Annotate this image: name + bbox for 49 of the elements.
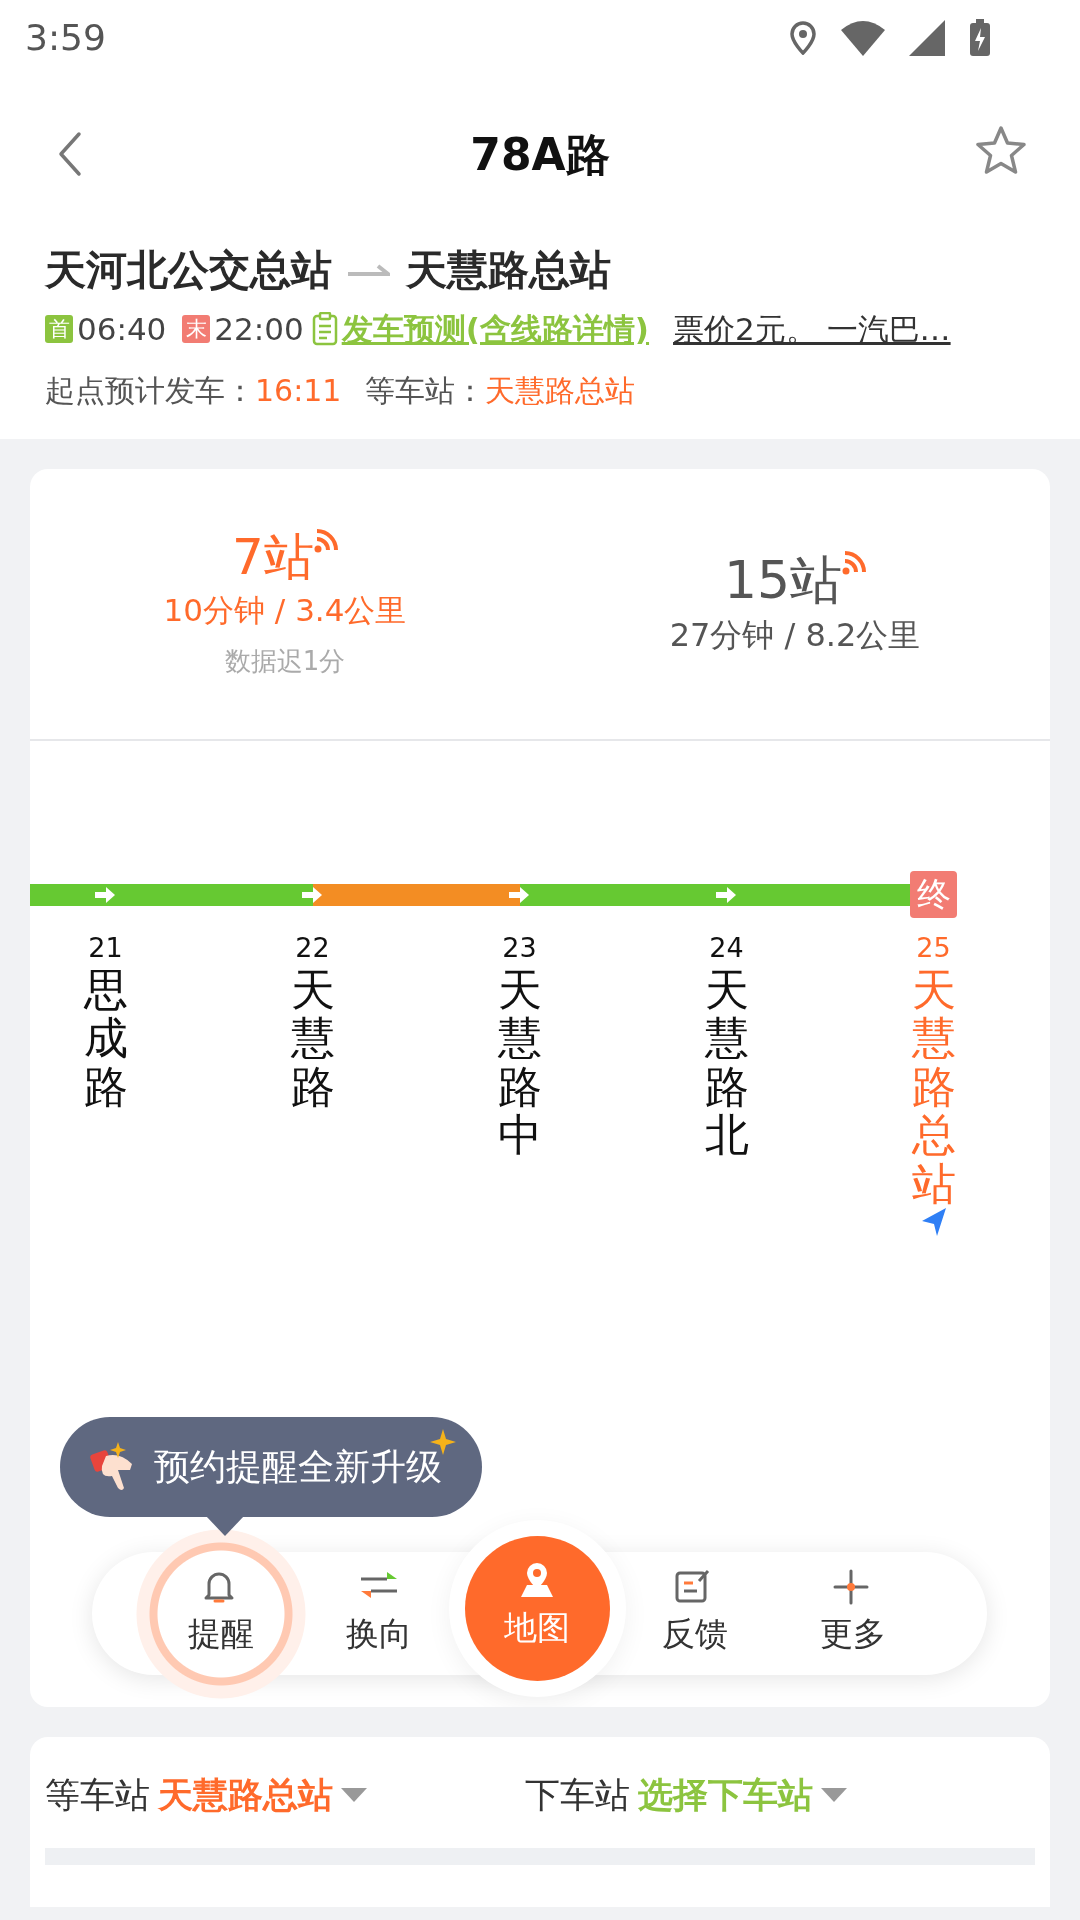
waiting-stop-label: 等车站： <box>365 371 486 410</box>
waiting-stop: 天慧路总站 <box>485 371 636 410</box>
stop-number: 25 <box>916 931 951 965</box>
bus-stations-count: 7站 <box>232 527 314 588</box>
stop-picker[interactable]: 等车站 天慧路总站 <box>45 1769 525 1822</box>
stop-number: 21 <box>88 931 123 965</box>
caret-icon <box>341 1788 367 1803</box>
last-bus-badge: 末 <box>182 315 211 343</box>
clipboard-icon <box>311 312 338 346</box>
feedback-button[interactable]: 反馈 <box>616 1552 774 1675</box>
location-arrow-icon <box>921 1207 946 1236</box>
depart-label: 起点预计发车： <box>45 371 255 410</box>
bus-eta: 27分钟 / 8.2公里 <box>669 615 921 657</box>
stop-name[interactable]: 天慧路北 <box>704 966 749 1160</box>
bell-button[interactable]: 提醒 <box>136 1528 306 1699</box>
battery-icon <box>969 17 991 58</box>
fare-link[interactable]: 票价2元。 一汽巴… <box>673 305 951 353</box>
direction-arrow-icon <box>509 887 529 903</box>
stop-name[interactable]: 天慧路中 <box>497 966 542 1160</box>
bus-stations-count: 15站 <box>723 548 843 612</box>
tooltip-text: 预约提醒全新升级 <box>154 1445 442 1489</box>
favorite-star-icon[interactable] <box>974 125 1028 177</box>
caret-icon <box>821 1788 847 1803</box>
route-origin: 天河北公交总站 <box>45 245 332 295</box>
stop-name[interactable]: 思成路 <box>83 966 128 1112</box>
wifi-icon <box>841 19 885 56</box>
page-title: 78A路 <box>470 128 610 182</box>
direction-arrow-icon <box>302 887 322 903</box>
last-bus-time: 22:00 <box>214 309 304 349</box>
route-terminus: 天慧路总站 <box>406 245 611 295</box>
first-bus-time: 06:40 <box>77 309 167 349</box>
location-icon <box>789 20 817 55</box>
stop-number: 23 <box>502 931 537 965</box>
stop-number: 22 <box>295 931 330 965</box>
stop-number: 24 <box>709 931 744 965</box>
depart-time: 16:11 <box>255 371 342 410</box>
signal-icon <box>909 19 945 56</box>
realtime-signal-icon <box>313 527 338 554</box>
realtime-signal-icon <box>842 548 867 575</box>
data-delay-note: 数据迟1分 <box>224 644 346 678</box>
direction-arrow-icon <box>95 887 115 903</box>
first-bus-badge: 首 <box>45 315 73 343</box>
direction-arrow-icon <box>716 887 736 903</box>
status-time: 3:59 <box>25 15 106 60</box>
stop-name[interactable]: 天慧路 <box>290 966 335 1112</box>
stop-picker[interactable]: 下车站 选择下车站 <box>525 1769 1005 1822</box>
bus-eta: 10分钟 / 3.4公里 <box>163 591 407 631</box>
more-button[interactable]: 更多 <box>774 1552 932 1675</box>
terminal-badge: 终 <box>910 871 957 918</box>
